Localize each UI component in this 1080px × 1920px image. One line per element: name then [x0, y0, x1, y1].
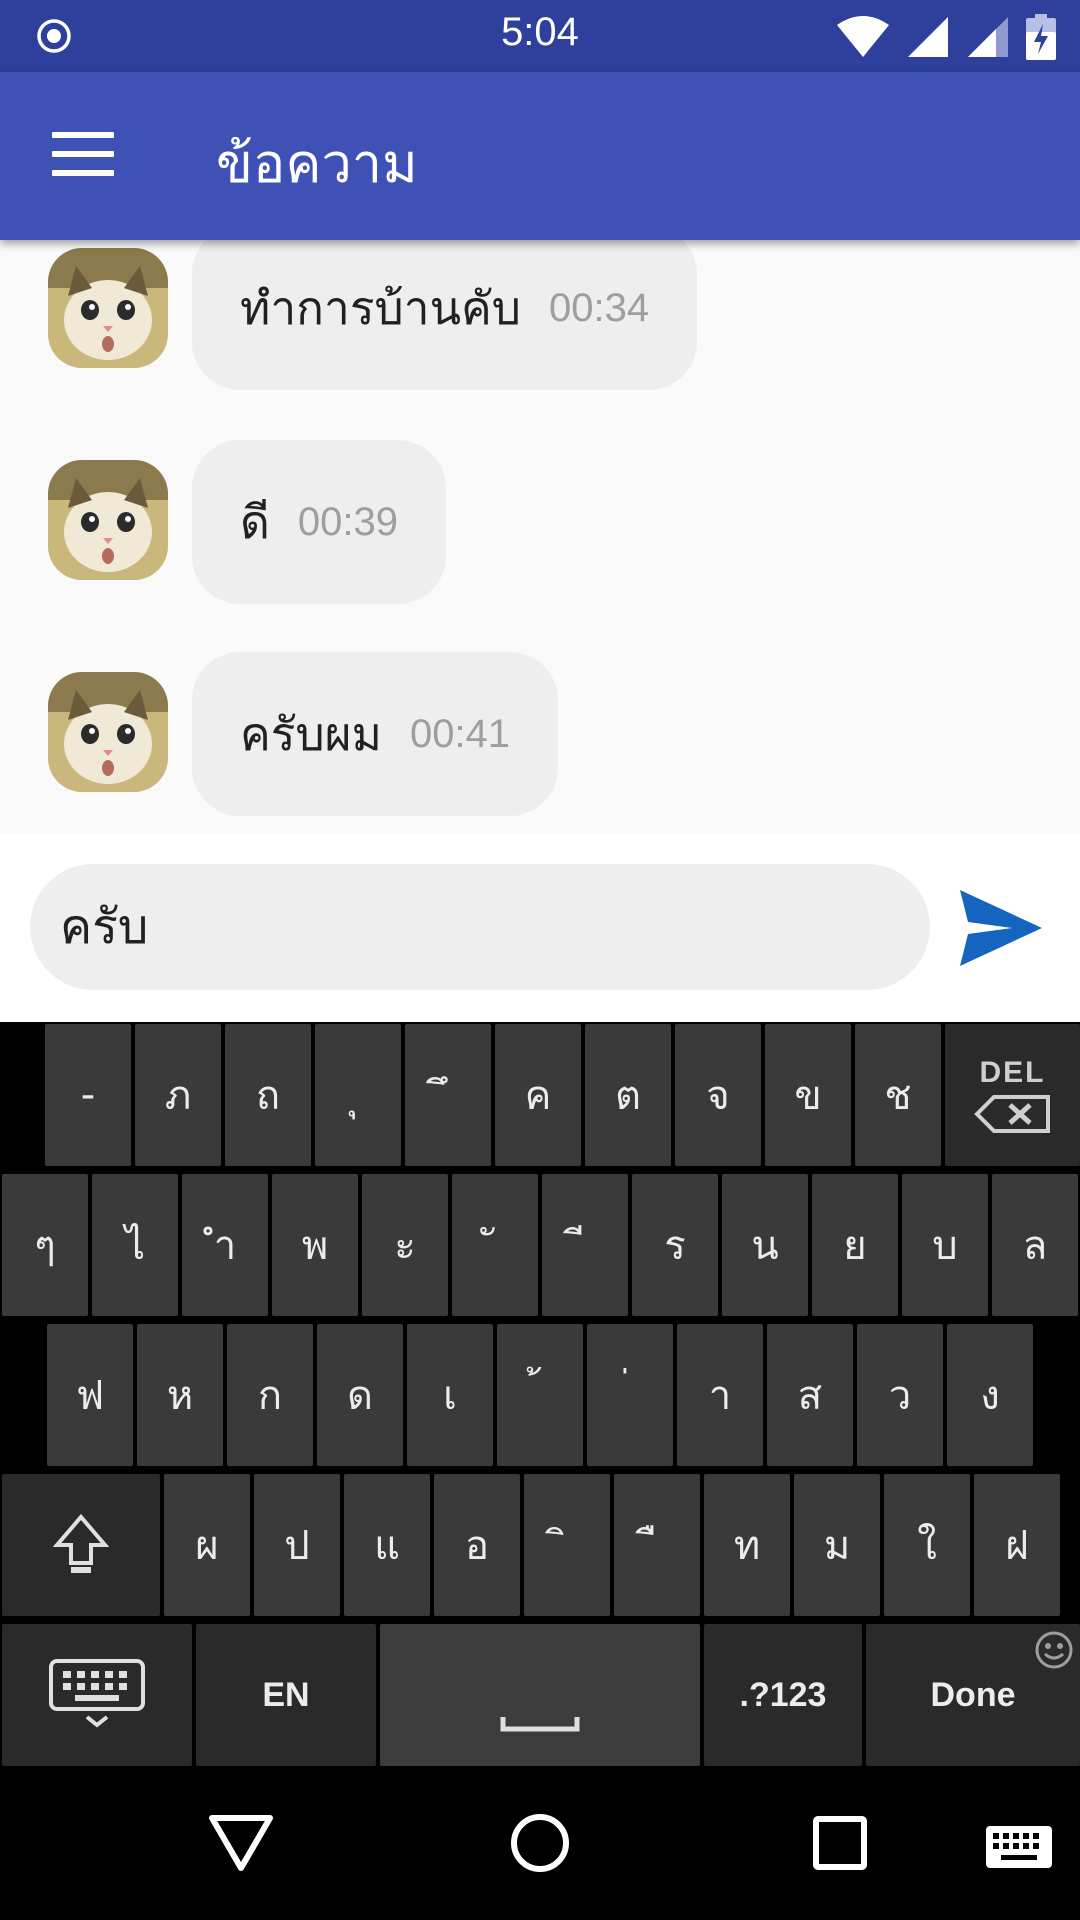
key[interactable]: ป — [254, 1474, 340, 1616]
key[interactable]: ่ — [587, 1324, 673, 1466]
system-icons — [836, 10, 1056, 64]
page-title: ข้อความ — [216, 132, 418, 195]
key[interactable]: ข — [765, 1024, 851, 1166]
cat-avatar-image — [48, 672, 168, 792]
menu-icon[interactable] — [52, 132, 114, 176]
signal-icon — [908, 17, 948, 57]
soft-keyboard: - ภ ถ ุ ึ ค ต จ ข ช DEL ๆ ไ ำ พ ะ ั ี ร … — [0, 1022, 1080, 1768]
key[interactable]: ั — [452, 1174, 538, 1316]
language-key[interactable]: EN — [196, 1624, 376, 1766]
key[interactable]: จ — [675, 1024, 761, 1166]
key[interactable]: ต — [585, 1024, 671, 1166]
key[interactable]: แ — [344, 1474, 430, 1616]
key[interactable]: ผ — [164, 1474, 250, 1616]
key[interactable]: ฟ — [47, 1324, 133, 1466]
key[interactable]: อ — [434, 1474, 520, 1616]
key[interactable]: ๆ — [2, 1174, 88, 1316]
key[interactable]: า — [677, 1324, 763, 1466]
key[interactable]: บ — [902, 1174, 988, 1316]
avatar[interactable] — [48, 672, 168, 792]
message-text: ครับผม — [240, 706, 382, 761]
key[interactable]: ค — [495, 1024, 581, 1166]
message-composer: ครับ — [0, 834, 1080, 1022]
key[interactable]: ช — [855, 1024, 941, 1166]
backspace-icon — [973, 1095, 1050, 1133]
key[interactable]: ม — [794, 1474, 880, 1616]
key[interactable]: ย — [812, 1174, 898, 1316]
key[interactable]: ะ — [362, 1174, 448, 1316]
wifi-icon — [837, 16, 889, 57]
key[interactable]: ภ — [135, 1024, 221, 1166]
key[interactable]: ใ — [884, 1474, 970, 1616]
navigation-bar — [0, 1768, 1080, 1920]
message-bubble[interactable]: ทำการบ้านคับ 00:34 — [192, 240, 698, 390]
key[interactable]: ท — [704, 1474, 790, 1616]
message-time: 00:34 — [549, 285, 650, 330]
key[interactable]: ิ — [524, 1474, 610, 1616]
key[interactable]: ฝ — [974, 1474, 1060, 1616]
cat-avatar-image — [48, 460, 168, 580]
key[interactable]: - — [45, 1024, 131, 1166]
battery-charging-icon — [1026, 14, 1056, 60]
done-key[interactable]: Done — [866, 1624, 1080, 1766]
key[interactable]: ง — [947, 1324, 1033, 1466]
key[interactable]: ว — [857, 1324, 943, 1466]
message-input[interactable]: ครับ — [30, 864, 930, 990]
keyboard-switch-key[interactable] — [2, 1624, 192, 1766]
send-icon[interactable] — [956, 886, 1046, 970]
space-icon — [500, 1717, 580, 1732]
key[interactable]: ำ — [182, 1174, 268, 1316]
message-text: ดี — [240, 494, 270, 549]
key[interactable]: ห — [137, 1324, 223, 1466]
delete-label: DEL — [979, 1056, 1046, 1089]
key[interactable]: ้ — [497, 1324, 583, 1466]
delete-key[interactable]: DEL — [945, 1024, 1080, 1166]
cat-avatar-image — [48, 248, 168, 368]
key[interactable]: ส — [767, 1324, 853, 1466]
recents-icon[interactable] — [805, 1808, 875, 1878]
emoji-icon — [1035, 1631, 1073, 1669]
signal-icon — [968, 17, 1008, 57]
message-time: 00:39 — [297, 499, 398, 544]
keyboard-icon[interactable] — [986, 1826, 1052, 1874]
key[interactable]: ก — [227, 1324, 313, 1466]
done-label: Done — [930, 1675, 1016, 1714]
avatar[interactable] — [48, 460, 168, 580]
back-icon[interactable] — [206, 1808, 276, 1878]
keyboard-icon — [49, 1659, 145, 1728]
key[interactable]: ี — [542, 1174, 628, 1316]
space-key[interactable] — [380, 1624, 700, 1766]
status-bar: 5:04 — [0, 0, 1080, 72]
key[interactable]: ล — [992, 1174, 1078, 1316]
app-bar: ข้อความ — [0, 72, 1080, 240]
message-bubble[interactable]: ครับผม 00:41 — [192, 652, 559, 816]
home-icon[interactable] — [505, 1808, 575, 1878]
shift-key[interactable] — [2, 1474, 160, 1616]
key[interactable]: ถ — [225, 1024, 311, 1166]
key[interactable]: ึ — [405, 1024, 491, 1166]
message-list[interactable]: ทำการบ้านคับ 00:34 ดี 00:39 ครับผม 00:41 — [0, 240, 1080, 834]
symbols-key[interactable]: .?123 — [704, 1624, 862, 1766]
message-time: 00:41 — [409, 711, 511, 756]
avatar[interactable] — [48, 248, 168, 368]
key[interactable]: เ — [407, 1324, 493, 1466]
message-text: ทำการบ้านคับ — [240, 280, 521, 335]
key[interactable]: ไ — [92, 1174, 178, 1316]
key[interactable]: ื — [614, 1474, 700, 1616]
message-bubble[interactable]: ดี 00:39 — [192, 440, 446, 604]
key[interactable]: ร — [632, 1174, 718, 1316]
key[interactable]: ด — [317, 1324, 403, 1466]
key[interactable]: น — [722, 1174, 808, 1316]
key[interactable]: พ — [272, 1174, 358, 1316]
key[interactable]: ุ — [315, 1024, 401, 1166]
shift-icon — [53, 1513, 109, 1573]
